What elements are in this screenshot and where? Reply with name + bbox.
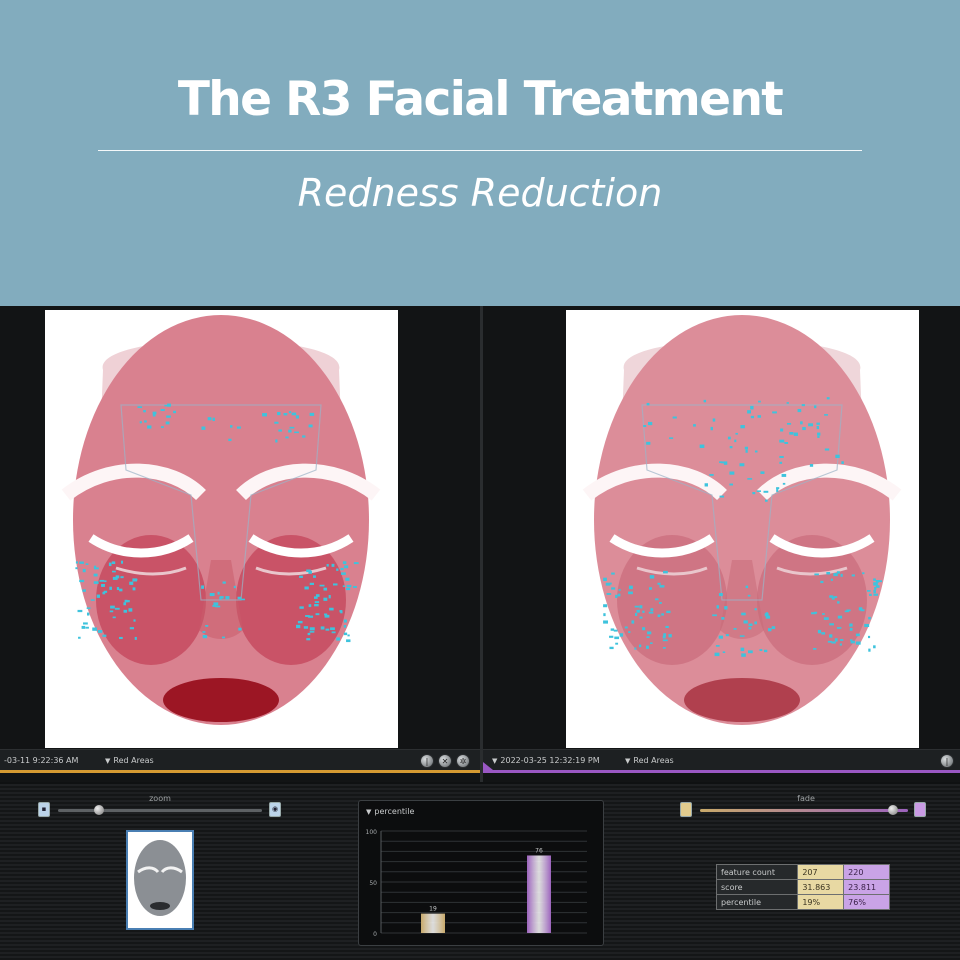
after-mode-dropdown[interactable]: ▼ Red Areas bbox=[625, 756, 674, 765]
before-timestamp: -03-11 9:22:36 AM bbox=[4, 756, 79, 765]
zoom-out-icon[interactable]: ▪ bbox=[38, 802, 50, 817]
stat-before-value: 207 bbox=[797, 864, 845, 880]
zoom-slider-handle[interactable] bbox=[93, 805, 104, 815]
bar-value-label: 19 bbox=[429, 906, 437, 913]
before-mode-dropdown[interactable]: ▼ Red Areas bbox=[105, 756, 154, 765]
navigator-thumbnail[interactable] bbox=[126, 830, 194, 930]
settings-icon[interactable]: ✲ bbox=[456, 754, 470, 768]
table-row: score 31.863 23.811 bbox=[715, 879, 890, 895]
y-tick-label: 100 bbox=[366, 829, 378, 836]
face-skin bbox=[73, 315, 369, 725]
stat-after-value: 23.811 bbox=[843, 879, 890, 895]
zoom-label: zoom bbox=[149, 794, 171, 803]
table-row: percentile 19% 76% bbox=[715, 894, 890, 910]
banner-subtitle: Redness Reduction bbox=[297, 171, 663, 215]
close-icon[interactable]: ✕ bbox=[438, 754, 452, 768]
lips bbox=[163, 678, 279, 722]
zoom-in-eye-icon[interactable]: ◉ bbox=[269, 802, 281, 817]
fade-slider-handle[interactable] bbox=[888, 805, 899, 815]
after-mode-label: Red Areas bbox=[633, 756, 674, 765]
before-face-image[interactable] bbox=[45, 310, 398, 748]
fade-label: fade bbox=[797, 794, 815, 803]
chart-bar bbox=[527, 855, 551, 933]
after-face-image[interactable] bbox=[566, 310, 919, 748]
face-drawing bbox=[45, 310, 398, 748]
info-icon[interactable]: | bbox=[420, 754, 434, 768]
lips bbox=[684, 678, 800, 722]
fade-slider[interactable] bbox=[700, 809, 908, 812]
before-pane-toolbar: -03-11 9:22:36 AM ▼ Red Areas | ✕ ✲ bbox=[0, 749, 480, 773]
dropdown-arrow-icon: ▼ bbox=[625, 757, 631, 765]
stat-after-value: 76% bbox=[843, 894, 890, 910]
percentile-bar-chart: 100 50 0 19 76 bbox=[366, 829, 587, 938]
stat-after-value: 220 bbox=[843, 864, 890, 880]
stat-label: percentile bbox=[715, 894, 799, 910]
y-tick-label: 50 bbox=[369, 880, 377, 887]
dropdown-arrow-icon: ▼ bbox=[105, 757, 111, 765]
control-panel: zoom ▪ ◉ ▼ percentile 100 50 0 19 76 fade fea… bbox=[0, 784, 960, 960]
banner-divider bbox=[98, 150, 862, 151]
fade-after-icon[interactable] bbox=[914, 802, 926, 817]
after-pane-toolbar: ▼ 2022-03-25 12:32:19 PM ▼ Red Areas | bbox=[483, 749, 960, 773]
stat-before-value: 31.863 bbox=[797, 879, 845, 895]
banner-title: The R3 Facial Treatment bbox=[177, 72, 784, 127]
stats-table: feature count 207 220 score 31.863 23.81… bbox=[715, 864, 890, 910]
stat-before-value: 19% bbox=[797, 894, 845, 910]
after-timestamp: 2022-03-25 12:32:19 PM bbox=[500, 756, 600, 765]
zoom-slider[interactable] bbox=[58, 809, 262, 812]
y-tick-label: 0 bbox=[373, 931, 377, 938]
after-pane: ▼ 2022-03-25 12:32:19 PM ▼ Red Areas | bbox=[483, 306, 960, 782]
bar-value-label: 76 bbox=[535, 847, 543, 854]
info-icon[interactable]: | bbox=[940, 754, 954, 768]
fade-before-icon[interactable] bbox=[680, 802, 692, 817]
stat-label: score bbox=[715, 879, 799, 895]
comparison-viewer: -03-11 9:22:36 AM ▼ Red Areas | ✕ ✲ ▼ 2022… bbox=[0, 306, 960, 960]
before-pane: -03-11 9:22:36 AM ▼ Red Areas | ✕ ✲ bbox=[0, 306, 480, 782]
face-skin bbox=[594, 315, 890, 725]
table-row: feature count 207 220 bbox=[715, 864, 890, 880]
after-timestamp-dropdown[interactable]: ▼ 2022-03-25 12:32:19 PM bbox=[492, 756, 600, 765]
before-mode-label: Red Areas bbox=[113, 756, 154, 765]
title-banner: The R3 Facial Treatment Redness Reductio… bbox=[0, 0, 960, 306]
chart-bar bbox=[421, 913, 445, 933]
stat-label: feature count bbox=[715, 864, 799, 880]
percentile-chart-panel: ▼ percentile 100 50 0 19 76 bbox=[358, 800, 604, 946]
face-drawing bbox=[566, 310, 919, 748]
dropdown-arrow-icon: ▼ bbox=[492, 757, 498, 765]
